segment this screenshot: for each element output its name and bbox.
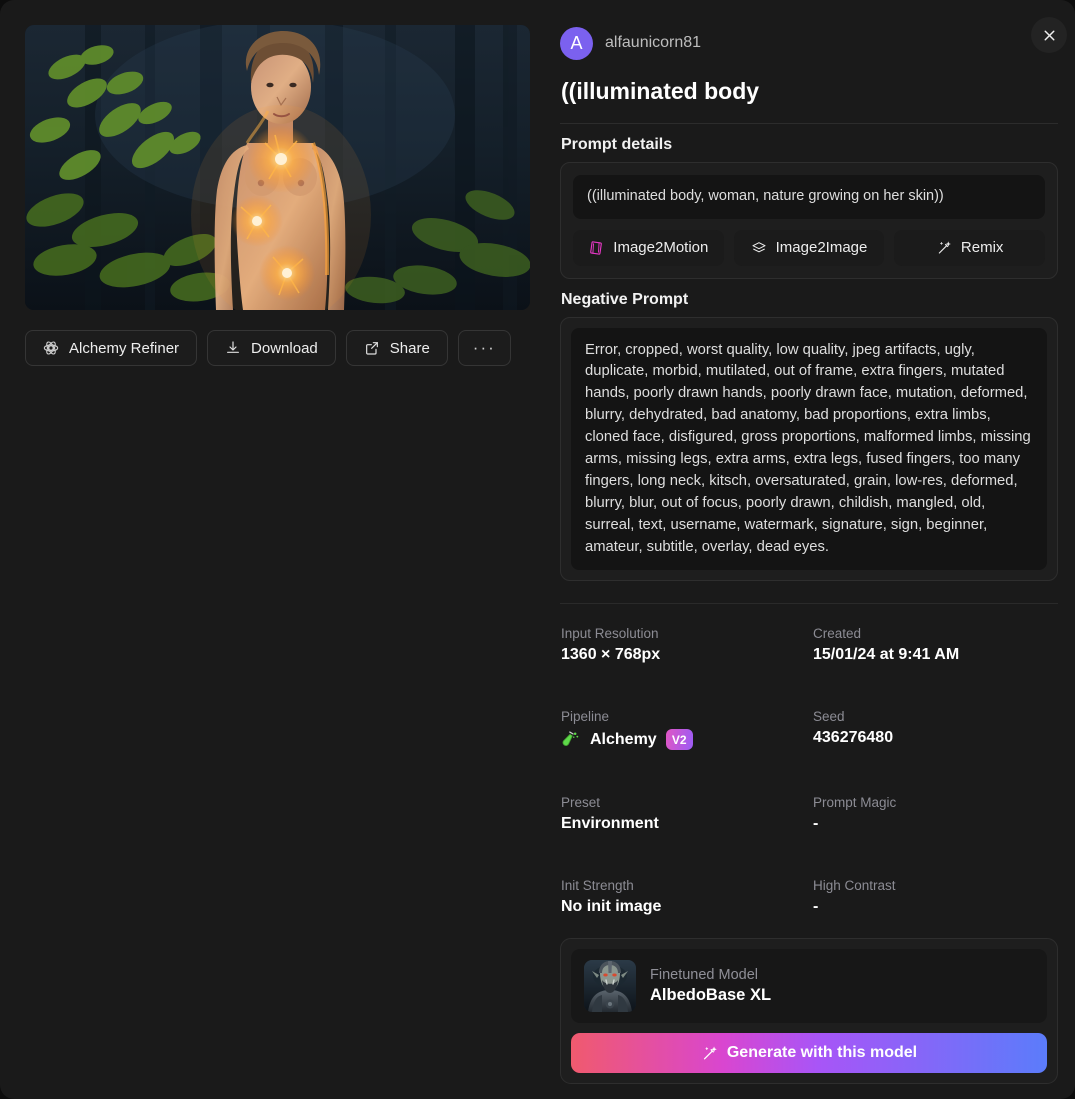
remix-button[interactable]: Remix bbox=[894, 229, 1046, 266]
orc-warrior-thumbnail bbox=[584, 960, 636, 1013]
finetuned-model-row[interactable]: Finetuned Model AlbedoBase XL bbox=[571, 949, 1047, 1024]
pipeline-version-badge: V2 bbox=[665, 729, 693, 751]
metadata-input-resolution: Input Resolution 1360 × 768px bbox=[561, 626, 813, 664]
finetuned-model-label: Finetuned Model bbox=[650, 967, 759, 984]
metadata-created: Created 15/01/24 at 9:41 AM bbox=[813, 626, 1058, 664]
generate-with-this-model-button[interactable]: Generate with this model bbox=[571, 1033, 1047, 1074]
generate-button-label: Generate with this model bbox=[726, 1044, 918, 1062]
finetuned-model-card: Finetuned Model AlbedoBase XL Generate w… bbox=[560, 938, 1058, 1085]
title-divider bbox=[560, 123, 1058, 124]
negative-prompt-card: Error, cropped, worst quality, low quali… bbox=[560, 316, 1058, 582]
more-options-button[interactable]: ··· bbox=[457, 330, 511, 366]
pipeline-name: Alchemy bbox=[590, 730, 657, 748]
alchemy-refiner-button[interactable]: Alchemy Refiner bbox=[25, 330, 198, 366]
metadata-value: 15/01/24 at 9:41 AM bbox=[813, 646, 960, 664]
image-actions: Alchemy Refiner Download Share ··· bbox=[25, 330, 552, 366]
image2image-button[interactable]: Image2Image bbox=[733, 229, 885, 266]
more-icon: ··· bbox=[472, 338, 496, 357]
metadata-seed: Seed 436276480 bbox=[813, 709, 1058, 750]
negative-prompt-text[interactable]: Error, cropped, worst quality, low quali… bbox=[571, 327, 1047, 571]
prompt-details-card: ((illuminated body, woman, nature growin… bbox=[560, 162, 1058, 279]
download-button[interactable]: Download bbox=[207, 330, 336, 366]
share-label: Share bbox=[389, 339, 430, 357]
user-row[interactable]: A alfaunicorn81 bbox=[560, 25, 1058, 61]
image2motion-label: Image2Motion bbox=[613, 239, 709, 257]
metadata-prompt-magic: Prompt Magic - bbox=[813, 795, 1058, 833]
metadata-value: - bbox=[813, 898, 819, 916]
metadata-value: 1360 × 768px bbox=[561, 646, 661, 664]
remix-label: Remix bbox=[960, 239, 1004, 257]
share-icon bbox=[364, 340, 380, 356]
image2motion-button[interactable]: Image2Motion bbox=[573, 229, 724, 266]
finetuned-model-text: Finetuned Model AlbedoBase XL bbox=[650, 967, 771, 1005]
preview-column: Alchemy Refiner Download Share ··· bbox=[0, 0, 552, 1099]
details-column: A alfaunicorn81 ((illuminated body Promp… bbox=[552, 0, 1075, 1099]
avatar: A bbox=[560, 26, 593, 60]
magic-wand-icon bbox=[936, 240, 952, 256]
orc-warrior-thumbnail-art bbox=[584, 960, 636, 1013]
metadata-init-strength: Init Strength No init image bbox=[561, 878, 813, 916]
metadata-value: Environment bbox=[561, 815, 659, 833]
metadata-pipeline: Pipeline Alchemy V2 bbox=[561, 709, 813, 751]
metadata-key: Input Resolution bbox=[561, 626, 659, 642]
alchemy-refiner-label: Alchemy Refiner bbox=[69, 339, 180, 357]
metadata-key: High Contrast bbox=[813, 878, 896, 894]
metadata-key: Preset bbox=[561, 795, 601, 811]
image2image-label: Image2Image bbox=[775, 239, 868, 257]
close-button[interactable] bbox=[1031, 17, 1067, 53]
metadata-key: Pipeline bbox=[561, 709, 610, 725]
metadata-grid: Input Resolution 1360 × 768px Created 15… bbox=[560, 626, 1058, 916]
metadata-key: Init Strength bbox=[561, 878, 634, 894]
download-label: Download bbox=[251, 339, 318, 357]
prompt-action-chips: Image2Motion Image2Image Remix bbox=[573, 229, 1046, 266]
metadata-value-row: Alchemy V2 bbox=[561, 729, 813, 751]
metadata-value: No init image bbox=[561, 898, 662, 916]
finetuned-model-name: AlbedoBase XL bbox=[650, 986, 772, 1005]
download-icon bbox=[225, 340, 241, 356]
alchemy-refiner-icon bbox=[43, 340, 59, 356]
username[interactable]: alfaunicorn81 bbox=[605, 34, 701, 52]
preview-image-art bbox=[25, 25, 530, 310]
film-strip-icon bbox=[588, 240, 604, 256]
metadata-key: Created bbox=[813, 626, 862, 642]
layers-icon bbox=[751, 240, 767, 256]
metadata-high-contrast: High Contrast - bbox=[813, 878, 1058, 916]
metadata-divider bbox=[560, 603, 1058, 605]
alchemy-flask-icon bbox=[561, 730, 581, 750]
magic-wand-icon bbox=[701, 1045, 718, 1062]
prompt-text[interactable]: ((illuminated body, woman, nature growin… bbox=[573, 175, 1045, 219]
prompt-details-label: Prompt details bbox=[561, 136, 673, 153]
image-detail-modal: Alchemy Refiner Download Share ··· A alf… bbox=[0, 0, 1075, 1099]
metadata-preset: Preset Environment bbox=[561, 795, 813, 833]
metadata-key: Seed bbox=[813, 709, 845, 725]
metadata-key: Prompt Magic bbox=[813, 795, 897, 811]
negative-prompt-label: Negative Prompt bbox=[561, 290, 689, 308]
metadata-value: 436276480 bbox=[813, 729, 894, 747]
preview-image[interactable] bbox=[25, 25, 530, 310]
share-button[interactable]: Share bbox=[345, 330, 448, 366]
close-icon bbox=[1044, 30, 1054, 40]
page-title: ((illuminated body bbox=[561, 78, 760, 104]
metadata-value: - bbox=[813, 815, 819, 833]
